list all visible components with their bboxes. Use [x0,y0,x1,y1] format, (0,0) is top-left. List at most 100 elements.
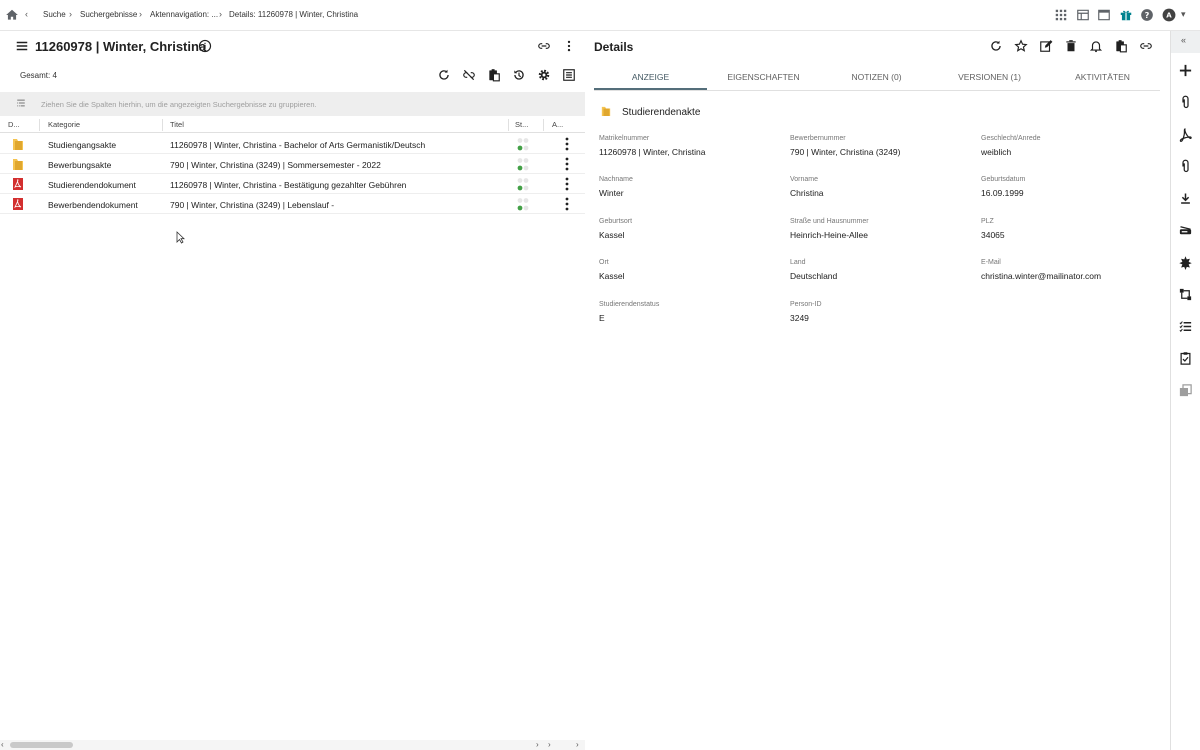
horizontal-scrollbar[interactable]: ‹ › › › [0,740,585,750]
table-row[interactable]: Bewerbungsakte 790 | Winter, Christina (… [0,154,585,174]
clipboard-icon[interactable] [487,68,501,82]
notification-bell-icon[interactable] [1089,39,1103,53]
mouse-cursor-icon [176,231,185,244]
field-value: weiblich [981,147,1012,157]
link-icon[interactable] [1139,39,1153,53]
menu-icon[interactable] [15,39,29,53]
sidebar-collapse-button[interactable]: « [1171,31,1200,53]
field-value: 790 | Winter, Christina (3249) [790,147,901,157]
attachment-icon[interactable] [1178,95,1193,110]
collapse-icon[interactable]: « [1181,35,1186,45]
status-indicator [517,138,529,151]
tab-aktivitaeten[interactable]: AKTIVITÄTEN [1046,72,1159,82]
field-value: Christina [790,188,824,198]
breadcrumb-item[interactable]: Suchergebnisse [80,10,137,19]
table-row[interactable]: Studiengangsakte 11260978 | Winter, Chri… [0,134,585,154]
column-header-titel[interactable]: Titel [170,120,184,129]
row-menu-icon[interactable] [562,157,572,171]
home-icon[interactable] [5,8,19,22]
column-divider[interactable] [162,119,163,131]
field-value: Kassel [599,230,625,240]
info-icon[interactable] [198,39,212,53]
field-label: Studierendenstatus [599,301,660,308]
history-icon[interactable] [512,68,526,82]
field-label: Bewerbernummer [790,135,846,142]
settings-gear-icon[interactable] [537,68,551,82]
row-menu-icon[interactable] [562,197,572,211]
attachment-icon[interactable] [1178,159,1193,174]
group-hint: Ziehen Sie die Spalten hierhin, um die a… [41,100,317,109]
breadcrumb-item[interactable]: Suche [43,10,66,19]
refresh-icon[interactable] [989,39,1003,53]
add-icon[interactable] [1178,63,1193,78]
delete-icon[interactable] [1064,39,1078,53]
puzzle-icon[interactable] [1178,255,1193,270]
table-header: D... Kategorie Titel St... A... [0,117,585,133]
column-header-kategorie[interactable]: Kategorie [48,120,80,129]
scroll-end-arrow[interactable]: › [576,740,579,749]
scanner-icon[interactable] [1178,223,1193,238]
field-value: 3249 [790,313,809,323]
scroll-right-arrow[interactable]: › [548,740,551,749]
action-sidebar: « [1170,31,1200,750]
chevron-down-icon[interactable]: ▾ [1181,9,1186,20]
chevron-left-icon[interactable]: ‹ [25,9,28,19]
download-icon[interactable] [1178,191,1193,206]
unlink-icon[interactable] [462,68,476,82]
folder-icon [13,159,23,170]
column-divider[interactable] [508,119,509,131]
pdf-acrobat-icon[interactable] [1178,127,1193,142]
link-icon[interactable] [537,39,551,53]
column-header-document[interactable]: D... [8,120,20,129]
scroll-left-arrow[interactable]: ‹ [1,740,4,749]
status-indicator [517,158,529,171]
column-header-status[interactable]: St... [515,120,528,129]
row-menu-icon[interactable] [562,177,572,191]
edit-icon[interactable] [1039,39,1053,53]
cell-titel: 11260978 | Winter, Christina - Bachelor … [170,140,426,150]
field-value: christina.winter@mailinator.com [981,271,1102,281]
help-icon[interactable]: ? [1140,8,1154,22]
row-menu-icon[interactable] [562,137,572,151]
layout-icon[interactable] [1076,8,1090,22]
cell-titel: 790 | Winter, Christina (3249) | Lebensl… [170,200,335,210]
window-icon[interactable] [1097,8,1111,22]
top-bar: ‹ Suche › Suchergebnisse › Aktennavigati… [0,0,1200,31]
more-vertical-icon[interactable] [562,39,576,53]
group-drop-zone[interactable]: Ziehen Sie die Spalten hierhin, um die a… [0,92,585,116]
workflow-icon[interactable] [1178,287,1193,302]
scroll-right-arrow[interactable]: › [536,740,539,749]
tab-anzeige[interactable]: ANZEIGE [594,72,707,82]
star-icon[interactable] [1014,39,1028,53]
scrollbar-thumb[interactable] [10,742,73,748]
clipboard-icon[interactable] [1114,39,1128,53]
task-clipboard-icon[interactable] [1178,351,1193,366]
record-title: 11260978 | Winter, Christina [35,39,207,54]
status-indicator [517,178,529,191]
details-tabs: ANZEIGE EIGENSCHAFTEN NOTIZEN (0) VERSIO… [594,66,1160,91]
table-row[interactable]: Studierendendokument 11260978 | Winter, … [0,174,585,194]
field-label: Geburtsdatum [981,176,1026,183]
tab-eigenschaften[interactable]: EIGENSCHAFTEN [707,72,820,82]
breadcrumb-item[interactable]: Aktennavigation: ... [150,10,218,19]
column-header-actions[interactable]: A... [552,120,563,129]
tab-versionen[interactable]: VERSIONEN (1) [933,72,1046,82]
user-avatar[interactable]: A [1162,8,1176,22]
section-title: Studierendenakte [622,107,701,118]
field-label: Person-ID [790,301,822,308]
field-value: Kassel [599,271,625,281]
table-export-icon[interactable] [562,68,576,82]
refresh-icon[interactable] [437,68,451,82]
copy-documents-icon[interactable] [1178,383,1193,398]
cell-titel: 790 | Winter, Christina (3249) | Sommers… [170,160,381,170]
group-icon [17,99,25,107]
checklist-icon[interactable] [1178,319,1193,334]
field-label: Vorname [790,176,819,183]
column-divider[interactable] [543,119,544,131]
apps-grid-icon[interactable] [1054,8,1068,22]
gift-icon[interactable] [1119,8,1133,22]
tab-notizen[interactable]: NOTIZEN (0) [820,72,933,82]
field-label: E-Mail [981,259,1001,266]
table-row[interactable]: Bewerbendendokument 790 | Winter, Christ… [0,194,585,214]
column-divider[interactable] [39,119,40,131]
